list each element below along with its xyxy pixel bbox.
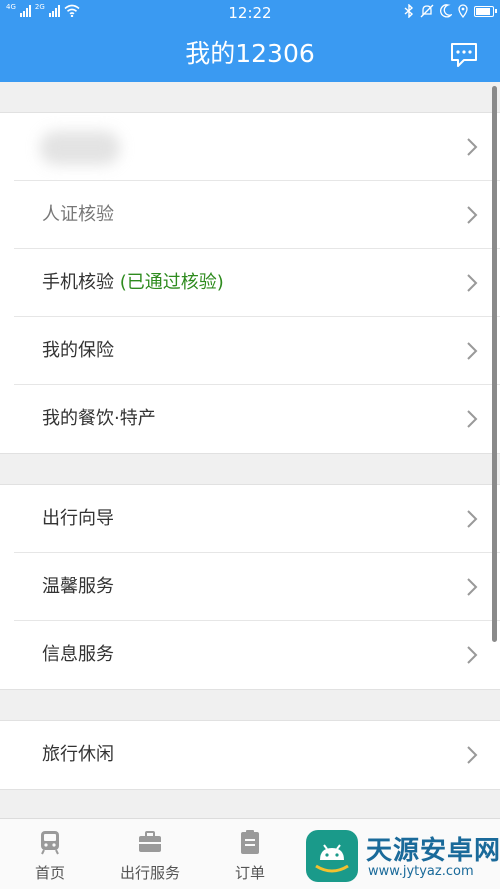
account-group: 人证核验 手机核验 (已通过核验) 我的保险 我的餐饮·特产 [0,112,500,454]
blurred-username [40,131,120,165]
tab-label: 首页 [34,864,65,882]
bluetooth-icon [404,4,414,18]
android-icon [315,844,349,873]
section-gap [0,690,500,720]
mute-bell-icon [420,4,434,18]
travel-guide-row[interactable]: 出行向导 [14,485,500,553]
scrollbar[interactable] [492,86,497,642]
row-label: 人证核验 [42,204,114,225]
moon-icon [440,4,452,18]
briefcase-icon [139,831,161,852]
chevron-right-icon [467,138,478,156]
warm-service-row[interactable]: 温馨服务 [14,553,500,621]
profile-row[interactable] [14,113,500,181]
id-verification-row[interactable]: 人证核验 [14,181,500,249]
section-gap [0,790,500,818]
watermark: 天源安卓网 www.jytyaz.com [300,824,500,889]
watermark-url: www.jytyaz.com [368,864,474,879]
location-icon [458,4,468,18]
verified-status: (已通过核验) [119,272,224,293]
watermark-title: 天源安卓网 [366,836,500,866]
row-label: 手机核验 (已通过核验) [42,249,224,317]
row-label: 我的餐饮·特产 [42,408,156,429]
services-group: 出行向导 温馨服务 信息服务 [0,484,500,690]
phone-verification-label: 手机核验 [42,272,114,293]
section-gap [0,454,500,484]
chevron-right-icon [467,746,478,764]
row-label: 出行向导 [42,508,114,529]
section-gap [0,82,500,112]
content-scroll[interactable]: 人证核验 手机核验 (已通过核验) 我的保险 我的餐饮·特产 出行向导 温馨服务… [0,82,500,818]
tab-home[interactable]: 首页 [0,819,100,889]
tab-orders[interactable]: 订单 [200,819,300,889]
phone-verification-row[interactable]: 手机核验 (已通过核验) [14,249,500,317]
page-title: 我的12306 [185,39,315,68]
train-icon [41,831,59,855]
row-label: 旅行休闲 [42,744,114,765]
travel-leisure-row[interactable]: 旅行休闲 [14,721,500,789]
my-food-specialty-row[interactable]: 我的餐饮·特产 [14,385,500,453]
top-bar: 4G 2G 12:22 我的12306 [0,0,500,82]
info-service-row[interactable]: 信息服务 [14,621,500,689]
watermark-logo [306,830,358,882]
tab-label: 订单 [234,864,265,882]
chevron-right-icon [467,578,478,596]
chevron-right-icon [467,410,478,428]
clipboard-icon [241,830,259,854]
my-insurance-row[interactable]: 我的保险 [14,317,500,385]
status-bar: 4G 2G 12:22 [0,0,500,26]
tab-label: 出行服务 [119,864,180,882]
chevron-right-icon [467,342,478,360]
chevron-right-icon [467,646,478,664]
chevron-right-icon [467,274,478,292]
leisure-group: 旅行休闲 [0,720,500,790]
chevron-right-icon [467,206,478,224]
chevron-right-icon [467,510,478,528]
row-label: 我的保险 [42,340,114,361]
message-button[interactable] [449,41,479,69]
row-label: 温馨服务 [42,576,114,597]
battery-icon [474,5,497,17]
tab-travel-service[interactable]: 出行服务 [100,819,200,889]
row-label: 信息服务 [42,644,114,665]
